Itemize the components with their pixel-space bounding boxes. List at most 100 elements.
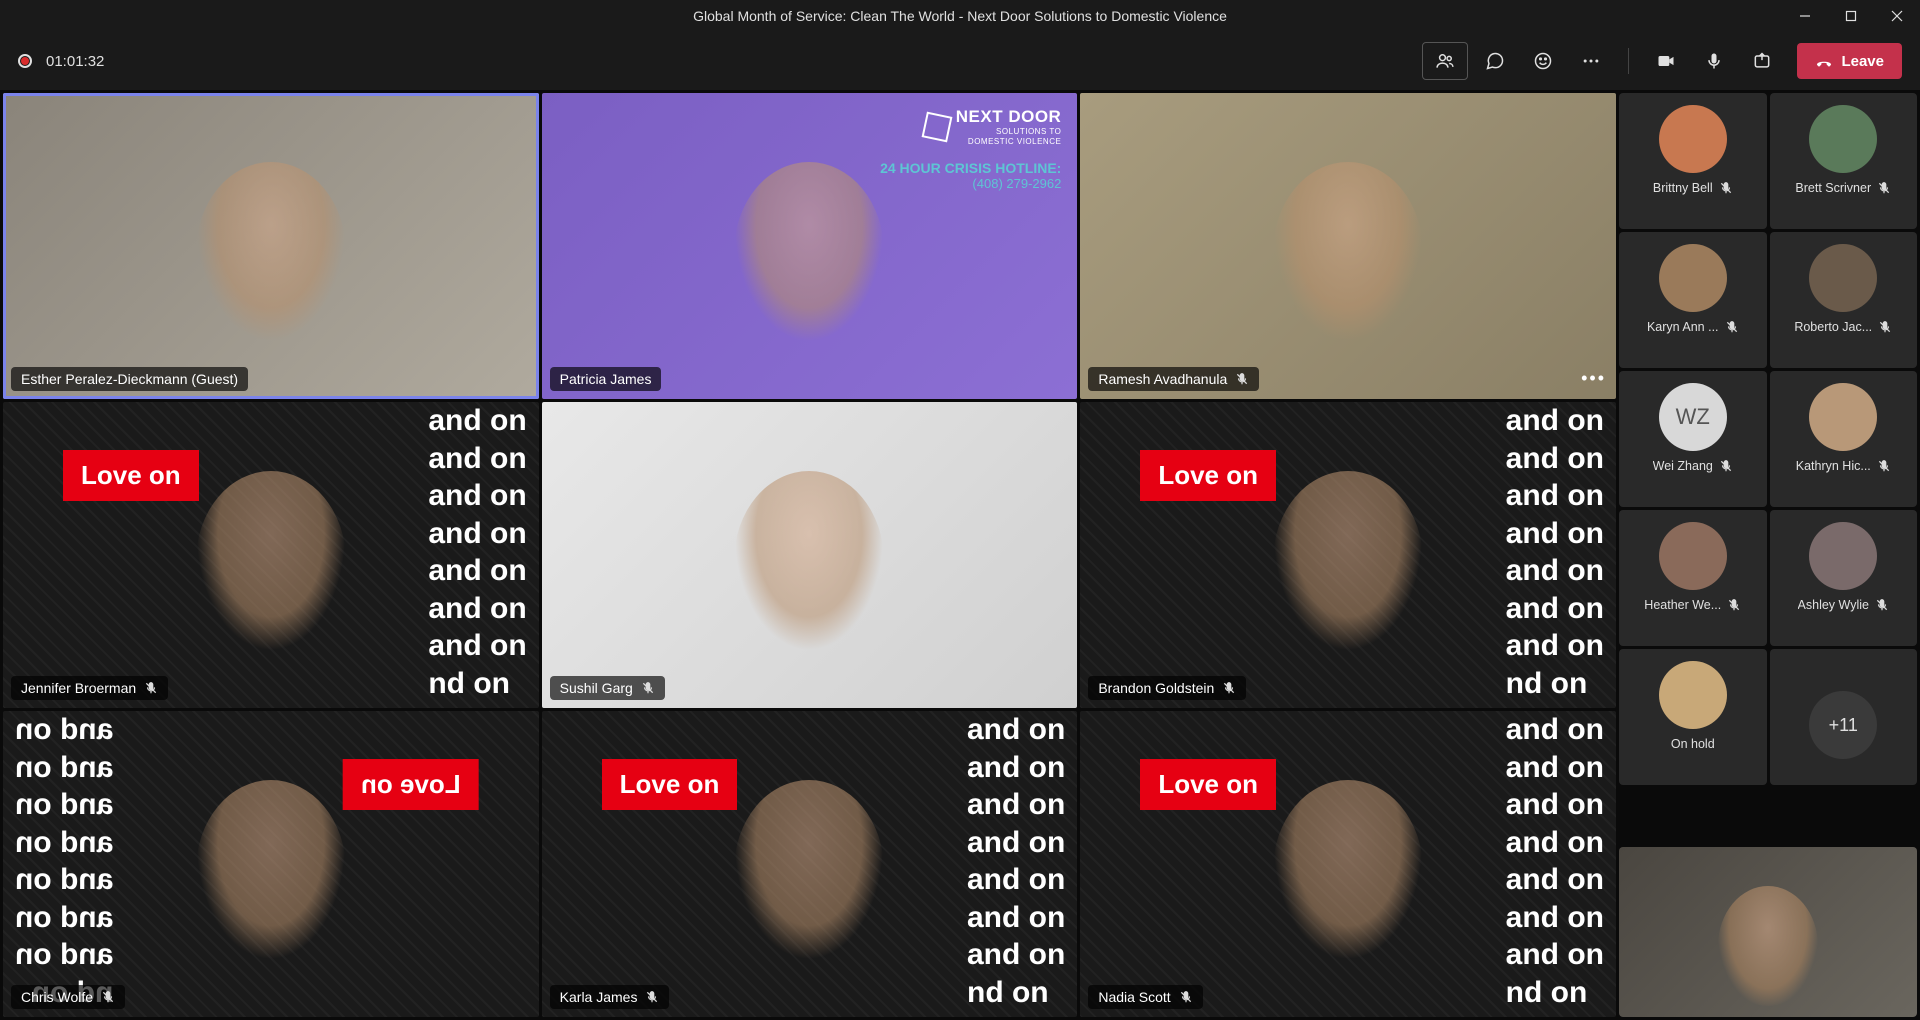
leave-label: Leave bbox=[1841, 53, 1884, 70]
people-button[interactable] bbox=[1422, 42, 1468, 80]
loveon-badge: Love on bbox=[63, 450, 199, 501]
video-tile[interactable]: Ramesh Avadhanula ••• bbox=[1080, 93, 1616, 399]
participant-name: Brandon Goldstein bbox=[1098, 680, 1214, 696]
minimize-button[interactable] bbox=[1782, 0, 1828, 32]
tile-more-button[interactable]: ••• bbox=[1581, 368, 1606, 389]
overflow-count: +11 bbox=[1809, 691, 1877, 759]
loveon-badge: Love on bbox=[343, 759, 479, 810]
andon-text: and on and on and on and on and on and o… bbox=[967, 711, 1065, 1011]
avatar bbox=[1809, 105, 1877, 173]
meeting-timer: 01:01:32 bbox=[46, 53, 104, 70]
video-tile[interactable]: Love on and on and on and on and on and o… bbox=[3, 711, 539, 1017]
participant-name: Heather We... bbox=[1644, 598, 1721, 612]
participant-name: Ramesh Avadhanula bbox=[1098, 371, 1227, 387]
mic-muted-icon bbox=[1719, 181, 1733, 195]
mic-muted-icon bbox=[1222, 681, 1236, 695]
avatar bbox=[1809, 244, 1877, 312]
name-tag: Esther Peralez-Dieckmann (Guest) bbox=[11, 367, 248, 391]
loveon-badge: Love on bbox=[1140, 759, 1276, 810]
avatar bbox=[1659, 244, 1727, 312]
participant-name: Kathryn Hic... bbox=[1796, 459, 1871, 473]
name-tag: Sushil Garg bbox=[550, 676, 665, 700]
avatar bbox=[1809, 522, 1877, 590]
loveon-badge: Love on bbox=[1140, 450, 1276, 501]
participant-name: Wei Zhang bbox=[1653, 459, 1713, 473]
participant-card[interactable]: Karyn Ann ... bbox=[1619, 232, 1767, 368]
participant-card[interactable]: Brittny Bell bbox=[1619, 93, 1767, 229]
video-tile[interactable]: NEXT DOORSOLUTIONS TODOMESTIC VIOLENCE24… bbox=[542, 93, 1078, 399]
video-tile[interactable]: Love onand on and on and on and on and o… bbox=[3, 402, 539, 708]
mic-muted-icon bbox=[1875, 598, 1889, 612]
participant-card[interactable]: On hold bbox=[1619, 649, 1767, 785]
participant-card[interactable]: WZWei Zhang bbox=[1619, 371, 1767, 507]
name-tag: Karla James bbox=[550, 985, 670, 1009]
video-tile[interactable]: Love on and on and on and on and on and o… bbox=[1080, 711, 1616, 1017]
avatar bbox=[1659, 105, 1727, 173]
window-title: Global Month of Service: Clean The World… bbox=[693, 8, 1227, 24]
leave-button[interactable]: Leave bbox=[1797, 43, 1902, 79]
close-button[interactable] bbox=[1874, 0, 1920, 32]
participant-name-row: Ashley Wylie bbox=[1798, 598, 1889, 612]
participant-name-row: Roberto Jac... bbox=[1794, 320, 1892, 334]
mic-muted-icon bbox=[1727, 598, 1741, 612]
participant-card[interactable]: Brett Scrivner bbox=[1770, 93, 1918, 229]
reactions-button[interactable] bbox=[1522, 42, 1564, 80]
main-area: Esther Peralez-Dieckmann (Guest) NEXT DOO… bbox=[0, 90, 1920, 1020]
video-tile[interactable]: Love on and on and on and on and on and o… bbox=[542, 711, 1078, 1017]
mic-muted-icon bbox=[1719, 459, 1733, 473]
video-grid: Esther Peralez-Dieckmann (Guest) NEXT DOO… bbox=[3, 93, 1616, 1017]
participant-name: Karyn Ann ... bbox=[1647, 320, 1719, 334]
participant-name: Karla James bbox=[560, 989, 638, 1005]
maximize-button[interactable] bbox=[1828, 0, 1874, 32]
chat-button[interactable] bbox=[1474, 42, 1516, 80]
mic-muted-icon bbox=[1877, 181, 1891, 195]
mic-muted-icon bbox=[1179, 990, 1193, 1004]
name-tag: Ramesh Avadhanula bbox=[1088, 367, 1259, 391]
loveon-badge: Love on bbox=[602, 759, 738, 810]
mic-muted-icon bbox=[641, 681, 655, 695]
participant-name: Brett Scrivner bbox=[1795, 181, 1871, 195]
more-actions-button[interactable] bbox=[1570, 42, 1612, 80]
participant-video-placeholder bbox=[734, 471, 884, 651]
participant-video-placeholder bbox=[1273, 780, 1423, 960]
participant-video-placeholder bbox=[734, 162, 884, 342]
name-tag: Nadia Scott bbox=[1088, 985, 1202, 1009]
mic-muted-icon bbox=[1877, 459, 1891, 473]
camera-button[interactable] bbox=[1645, 42, 1687, 80]
name-tag: Brandon Goldstein bbox=[1088, 676, 1246, 700]
andon-text: and on and on and on and on and on and o… bbox=[1506, 402, 1604, 702]
video-tile[interactable]: Love on and on and on and on and on and o… bbox=[1080, 402, 1616, 708]
self-preview[interactable] bbox=[1619, 847, 1917, 1017]
participant-name-row: Brittny Bell bbox=[1653, 181, 1733, 195]
participant-name-row: Wei Zhang bbox=[1653, 459, 1733, 473]
participant-card[interactable]: Roberto Jac... bbox=[1770, 232, 1918, 368]
participant-name-row: Heather We... bbox=[1644, 598, 1741, 612]
participant-name: Chris Wolfe bbox=[21, 989, 93, 1005]
participant-name: Ashley Wylie bbox=[1798, 598, 1869, 612]
participant-card[interactable]: Kathryn Hic... bbox=[1770, 371, 1918, 507]
mic-button[interactable] bbox=[1693, 42, 1735, 80]
participant-video-placeholder bbox=[196, 780, 346, 960]
participant-card[interactable]: Heather We... bbox=[1619, 510, 1767, 646]
overflow-card[interactable]: +11 bbox=[1770, 649, 1918, 785]
andon-text: and on and on and on and on and on and o… bbox=[15, 711, 113, 1011]
participant-name: Jennifer Broerman bbox=[21, 680, 136, 696]
mic-muted-icon bbox=[1725, 320, 1739, 334]
right-panel: Brittny Bell Brett Scrivner Karyn Ann ... R… bbox=[1619, 93, 1917, 1017]
titlebar: Global Month of Service: Clean The World… bbox=[0, 0, 1920, 32]
share-button[interactable] bbox=[1741, 42, 1783, 80]
participant-name: Nadia Scott bbox=[1098, 989, 1170, 1005]
video-tile[interactable]: Esther Peralez-Dieckmann (Guest) bbox=[3, 93, 539, 399]
participant-video-placeholder bbox=[196, 471, 346, 651]
participant-name: Esther Peralez-Dieckmann (Guest) bbox=[21, 371, 238, 387]
mic-muted-icon bbox=[1235, 372, 1249, 386]
video-tile[interactable]: Sushil Garg bbox=[542, 402, 1078, 708]
participant-card[interactable]: Ashley Wylie bbox=[1770, 510, 1918, 646]
participant-name: On hold bbox=[1671, 737, 1715, 751]
toolbar-divider bbox=[1628, 48, 1629, 74]
name-tag: Chris Wolfe bbox=[11, 985, 125, 1009]
window-controls bbox=[1782, 0, 1920, 32]
andon-text: and on and on and on and on and on and o… bbox=[1506, 711, 1604, 1011]
participant-video-placeholder bbox=[196, 162, 346, 342]
participants-list[interactable]: Brittny Bell Brett Scrivner Karyn Ann ... R… bbox=[1619, 93, 1917, 844]
